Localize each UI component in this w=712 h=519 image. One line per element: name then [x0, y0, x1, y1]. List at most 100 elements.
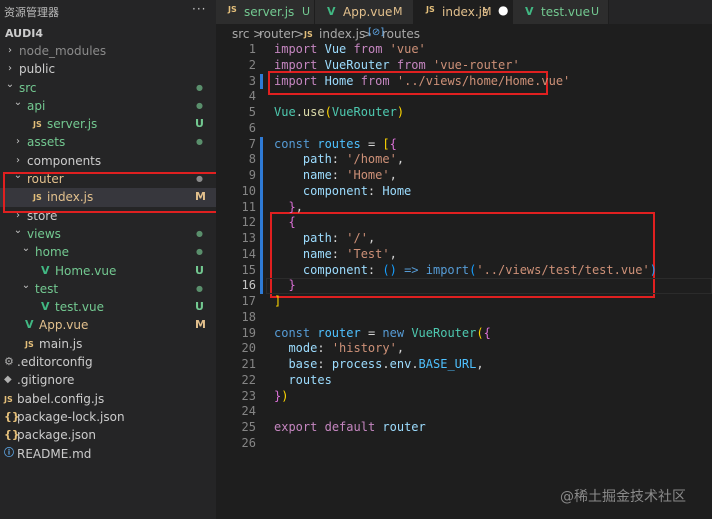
code-text: Vue.use(VueRouter)	[274, 105, 404, 119]
tree-item-label: Home.vue	[55, 263, 117, 278]
line-number: 11	[241, 199, 256, 214]
breadcrumb-item[interactable]: router	[259, 27, 296, 41]
code-text: name: 'Test',	[274, 247, 397, 261]
tree-file[interactable]: V App.vue M	[0, 316, 216, 334]
code-line: 13 path: '/',	[216, 231, 712, 247]
tree-folder[interactable]: › assets ●	[0, 133, 216, 151]
code-token: =	[360, 136, 383, 151]
code-line: 4	[216, 89, 712, 105]
line-number: 8	[248, 152, 256, 167]
code-token: :	[367, 262, 383, 277]
code-line: 12 {	[216, 215, 712, 231]
code-token: =>	[404, 262, 419, 277]
tab-server-js[interactable]: JS server.js U	[216, 0, 315, 24]
project-root[interactable]: AUDI4	[0, 22, 216, 44]
code-text: })	[274, 389, 288, 403]
tree-file[interactable]: V Home.vue U	[0, 262, 216, 280]
code-token: :	[331, 168, 347, 182]
tree-item-label: test.vue	[55, 300, 104, 315]
code-token: 'vue'	[389, 42, 426, 56]
code-line: 6	[216, 121, 712, 137]
git-status-badge: M	[195, 318, 206, 332]
code-token: ,	[389, 168, 397, 182]
tree-folder[interactable]: ⌄ src ●	[0, 79, 216, 97]
unsaved-dot-icon[interactable]: ●	[498, 3, 508, 17]
tree-folder[interactable]: ⌄ test ●	[0, 280, 216, 298]
code-token: import	[274, 73, 318, 88]
code-token: import	[274, 57, 318, 72]
code-token: BASE_URL	[418, 357, 477, 371]
line-number: 22	[241, 372, 256, 387]
code-token: base	[274, 357, 318, 371]
tab-status-badge: U	[302, 5, 311, 18]
code-token: env	[389, 357, 412, 371]
code-token: router	[382, 420, 426, 434]
tree-file[interactable]: {} package.json	[0, 426, 216, 444]
code-token: from	[360, 73, 390, 88]
code-text: import VueRouter from 'vue-router'	[274, 58, 520, 72]
vue-file-icon: V	[41, 263, 50, 277]
tree-file[interactable]: ◆ .gitignore	[0, 371, 216, 389]
code-line: 3 import Home from '../views/home/Home.vu…	[216, 74, 712, 90]
tree-item-label: main.js	[39, 336, 83, 351]
code-token: =	[360, 325, 383, 340]
line-number: 24	[241, 404, 256, 419]
tree-file[interactable]: ⓘ README.md	[0, 445, 216, 463]
code-token: .	[411, 357, 419, 371]
tree-file[interactable]: JS main.js	[0, 335, 216, 353]
breadcrumb-item[interactable]: routes	[382, 27, 420, 41]
line-number: 10	[241, 183, 256, 198]
code-token: )	[281, 388, 289, 403]
line-number: 9	[248, 168, 256, 182]
tree-folder[interactable]: ⌄ home ●	[0, 243, 216, 261]
explorer-header: 资源管理器 ···	[0, 0, 216, 22]
tab-label: test.vue	[541, 5, 590, 19]
code-token: (	[476, 325, 484, 340]
tab-index-js[interactable]: JS index.js M ●	[414, 0, 513, 24]
watermark: @稀土掘金技术社区	[560, 489, 686, 505]
code-token: {	[389, 136, 397, 151]
code-token: {	[288, 215, 296, 230]
tab-App-vue[interactable]: V App.vue M	[315, 0, 414, 24]
code-token: )	[649, 262, 657, 277]
js-file-icon: JS	[4, 394, 13, 404]
tree-file[interactable]: JS babel.config.js	[0, 390, 216, 408]
tree-folder[interactable]: › node_modules	[0, 42, 216, 60]
code-token: Vue	[274, 105, 296, 119]
tree-folder[interactable]: › components	[0, 152, 216, 170]
tree-file[interactable]: JS server.js U	[0, 115, 216, 133]
more-actions-icon[interactable]: ···	[192, 2, 206, 16]
code-editor[interactable]: 1 import Vue from 'vue' 2 import VueRouter …	[216, 42, 712, 519]
chevron-down-icon: ⌄	[13, 96, 23, 108]
code-token: process	[331, 357, 383, 371]
code-token: component	[274, 262, 368, 277]
tree-folder[interactable]: ⌄ api ●	[0, 97, 216, 115]
code-token: from	[396, 57, 426, 72]
breadcrumb-item[interactable]: index.js	[319, 27, 365, 41]
code-token: 'history'	[331, 341, 397, 356]
code-token: from	[353, 42, 383, 56]
tree-item-label: views	[27, 226, 61, 241]
tab-test-vue[interactable]: Vtest.vue U	[513, 0, 609, 24]
tree-file[interactable]: ⚙ .editorconfig	[0, 353, 216, 371]
tree-folder[interactable]: ⌄ views ●	[0, 225, 216, 243]
vue-file-icon: V	[525, 5, 534, 18]
code-token: {	[483, 325, 491, 340]
tree-file[interactable]: Vtest.vue U	[0, 298, 216, 316]
code-text: const routes = [{	[274, 137, 397, 151]
symbol-icon: [⊘]	[368, 27, 385, 38]
code-token: path	[274, 152, 332, 167]
git-status-badge: U	[195, 263, 204, 277]
tree-folder[interactable]: › public	[0, 60, 216, 78]
line-number: 20	[241, 341, 256, 356]
code-token: ]	[274, 294, 282, 308]
breadcrumb-item[interactable]: src	[232, 27, 250, 41]
code-token: VueRouter	[411, 325, 477, 340]
tree-file[interactable]: {} package-lock.json	[0, 408, 216, 426]
code-token: ,	[396, 341, 405, 356]
